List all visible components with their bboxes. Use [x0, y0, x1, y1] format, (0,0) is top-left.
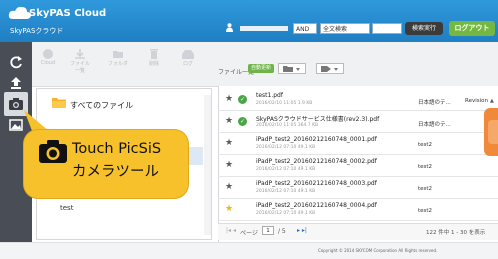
check-circle-icon: ✓	[238, 95, 247, 104]
table-row[interactable]: ★ ✓ SkyPASクラウドサービス仕様書(rev2.3).pdf 2016/02/1…	[218, 111, 498, 133]
check-circle-icon: ✓	[238, 117, 247, 126]
star-icon[interactable]: ★	[225, 161, 233, 170]
and-or-select[interactable]: AND	[293, 23, 317, 34]
folder-arrow-icon	[113, 51, 123, 58]
toolbar-button-label: ファイル一覧	[69, 61, 90, 74]
camera-icon	[39, 140, 67, 163]
tag-dropdown[interactable]	[316, 63, 344, 74]
toolbar-button-filelist[interactable]: ファイル一覧	[68, 48, 92, 74]
tree-scrollbar[interactable]	[204, 95, 211, 235]
table-row[interactable]: ★ iPadP_test2_20160212160748_0004.pdf 2016…	[218, 199, 498, 221]
table-row[interactable]: ★ ✓ test1.pdf 2016/02/10 11:05 1.9 KB 日本語のテ.…	[218, 89, 498, 111]
file-date: 2016/02/12 07:10 49.1 KB	[256, 211, 316, 216]
folder-icon	[52, 98, 66, 108]
toolbar-button-cloud[interactable]: Cloud	[36, 48, 60, 66]
page-number-input[interactable]: 1	[262, 226, 274, 235]
next-page-icon[interactable]: ▸ ▸|	[297, 227, 307, 234]
search-scope-select[interactable]: 全文検索	[320, 23, 370, 34]
star-icon[interactable]: ★	[225, 183, 233, 192]
table-row[interactable]: ★ iPadP_test2_20160212160748_0001.pdf 2016…	[218, 133, 498, 155]
file-date: 2016/02/12 07:10 49.1 KB	[256, 189, 316, 194]
app-title: SkyPAS Cloud	[29, 8, 107, 19]
logout-button[interactable]: ログアウト	[449, 21, 495, 36]
file-revision: Revision	[465, 98, 488, 104]
auto-refresh-toggle[interactable]: 自動更新	[248, 64, 274, 73]
table-row[interactable]: ★ iPadP_test2_20160212160748_0002.pdf 2016…	[218, 155, 498, 177]
file-date: 2016/02/12 07:10 49.1 KB	[256, 145, 316, 150]
inbox-icon	[182, 50, 194, 59]
user-icon	[226, 23, 233, 32]
file-owner: 日本語のテ...	[418, 100, 451, 106]
pager-page-label: ページ	[240, 230, 258, 237]
file-owner: test2	[418, 164, 433, 170]
tree-item-test[interactable]: test	[60, 204, 73, 212]
file-name[interactable]: test1.pdf	[256, 92, 283, 99]
file-name[interactable]: iPadP_test2_20160212160748_0004.pdf	[256, 202, 377, 209]
view-dropdown[interactable]	[278, 63, 306, 74]
file-name[interactable]: iPadP_test2_20160212160748_0001.pdf	[256, 136, 377, 143]
upload-icon[interactable]	[8, 76, 24, 90]
callout-title: Touch PicSiS	[72, 141, 162, 157]
toolbar-button-label: Cloud	[40, 60, 56, 66]
user-name-field	[240, 26, 288, 31]
folder-icon	[283, 66, 300, 72]
file-date: 2016/02/12 07:10 49.1 KB	[256, 167, 316, 172]
star-icon[interactable]: ★	[225, 139, 233, 148]
copyright-text: Copyright © 2014 SKYCOM Corporation All …	[318, 248, 438, 253]
toolbar-button-log[interactable]: ログ	[176, 48, 200, 67]
tag-icon	[321, 66, 338, 72]
file-name[interactable]: SkyPASクラウドサービス仕様書(rev2.3).pdf	[256, 114, 379, 123]
check-circle-icon	[43, 49, 53, 59]
file-owner: test2	[418, 142, 433, 148]
refresh-icon[interactable]	[8, 55, 24, 69]
tree-root-folder[interactable]: すべてのファイル	[70, 100, 133, 111]
file-date: 2016/02/10 11:05 364.7 KB	[256, 123, 319, 128]
toolbar-button-label: 削除	[148, 61, 159, 67]
file-name[interactable]: iPadP_test2_20160212160748_0002.pdf	[256, 158, 377, 165]
file-date: 2016/02/10 11:05 1.9 KB	[256, 101, 313, 106]
file-owner: test2	[418, 208, 433, 214]
file-owner: 日本語のテ...	[418, 122, 451, 128]
first-page-icon[interactable]: |◂ ◂	[226, 227, 236, 234]
sort-caret-icon[interactable]: ▲	[490, 98, 494, 104]
toolbar-button-delete[interactable]: 削除	[142, 48, 166, 67]
star-icon[interactable]: ★	[225, 95, 233, 104]
table-row[interactable]: ★ iPadP_test2_20160212160748_0003.pdf 2016…	[218, 177, 498, 199]
side-panel-tab-inner	[488, 120, 498, 144]
star-icon[interactable]: ★	[225, 117, 233, 126]
toolbar-button-folder[interactable]: フォルダ	[106, 48, 130, 67]
pager-info: 122 件中 1 - 30 を表示	[426, 230, 486, 236]
star-icon[interactable]: ★	[225, 205, 233, 214]
toolbar-button-label: ログ	[182, 61, 193, 67]
search-button[interactable]: 検索実行	[405, 22, 443, 35]
search-input[interactable]	[372, 23, 402, 34]
app-header	[0, 0, 498, 42]
app-subtitle: SkyPASクラウド	[10, 27, 64, 35]
toolbar-button-label: フォルダ	[107, 61, 128, 67]
download-icon	[75, 49, 85, 59]
trash-icon	[150, 49, 158, 59]
callout-subtitle: カメラツール	[72, 164, 159, 180]
file-owner: test2	[418, 186, 433, 192]
file-name[interactable]: iPadP_test2_20160212160748_0003.pdf	[256, 180, 377, 187]
pager-total: / 5	[278, 228, 286, 235]
